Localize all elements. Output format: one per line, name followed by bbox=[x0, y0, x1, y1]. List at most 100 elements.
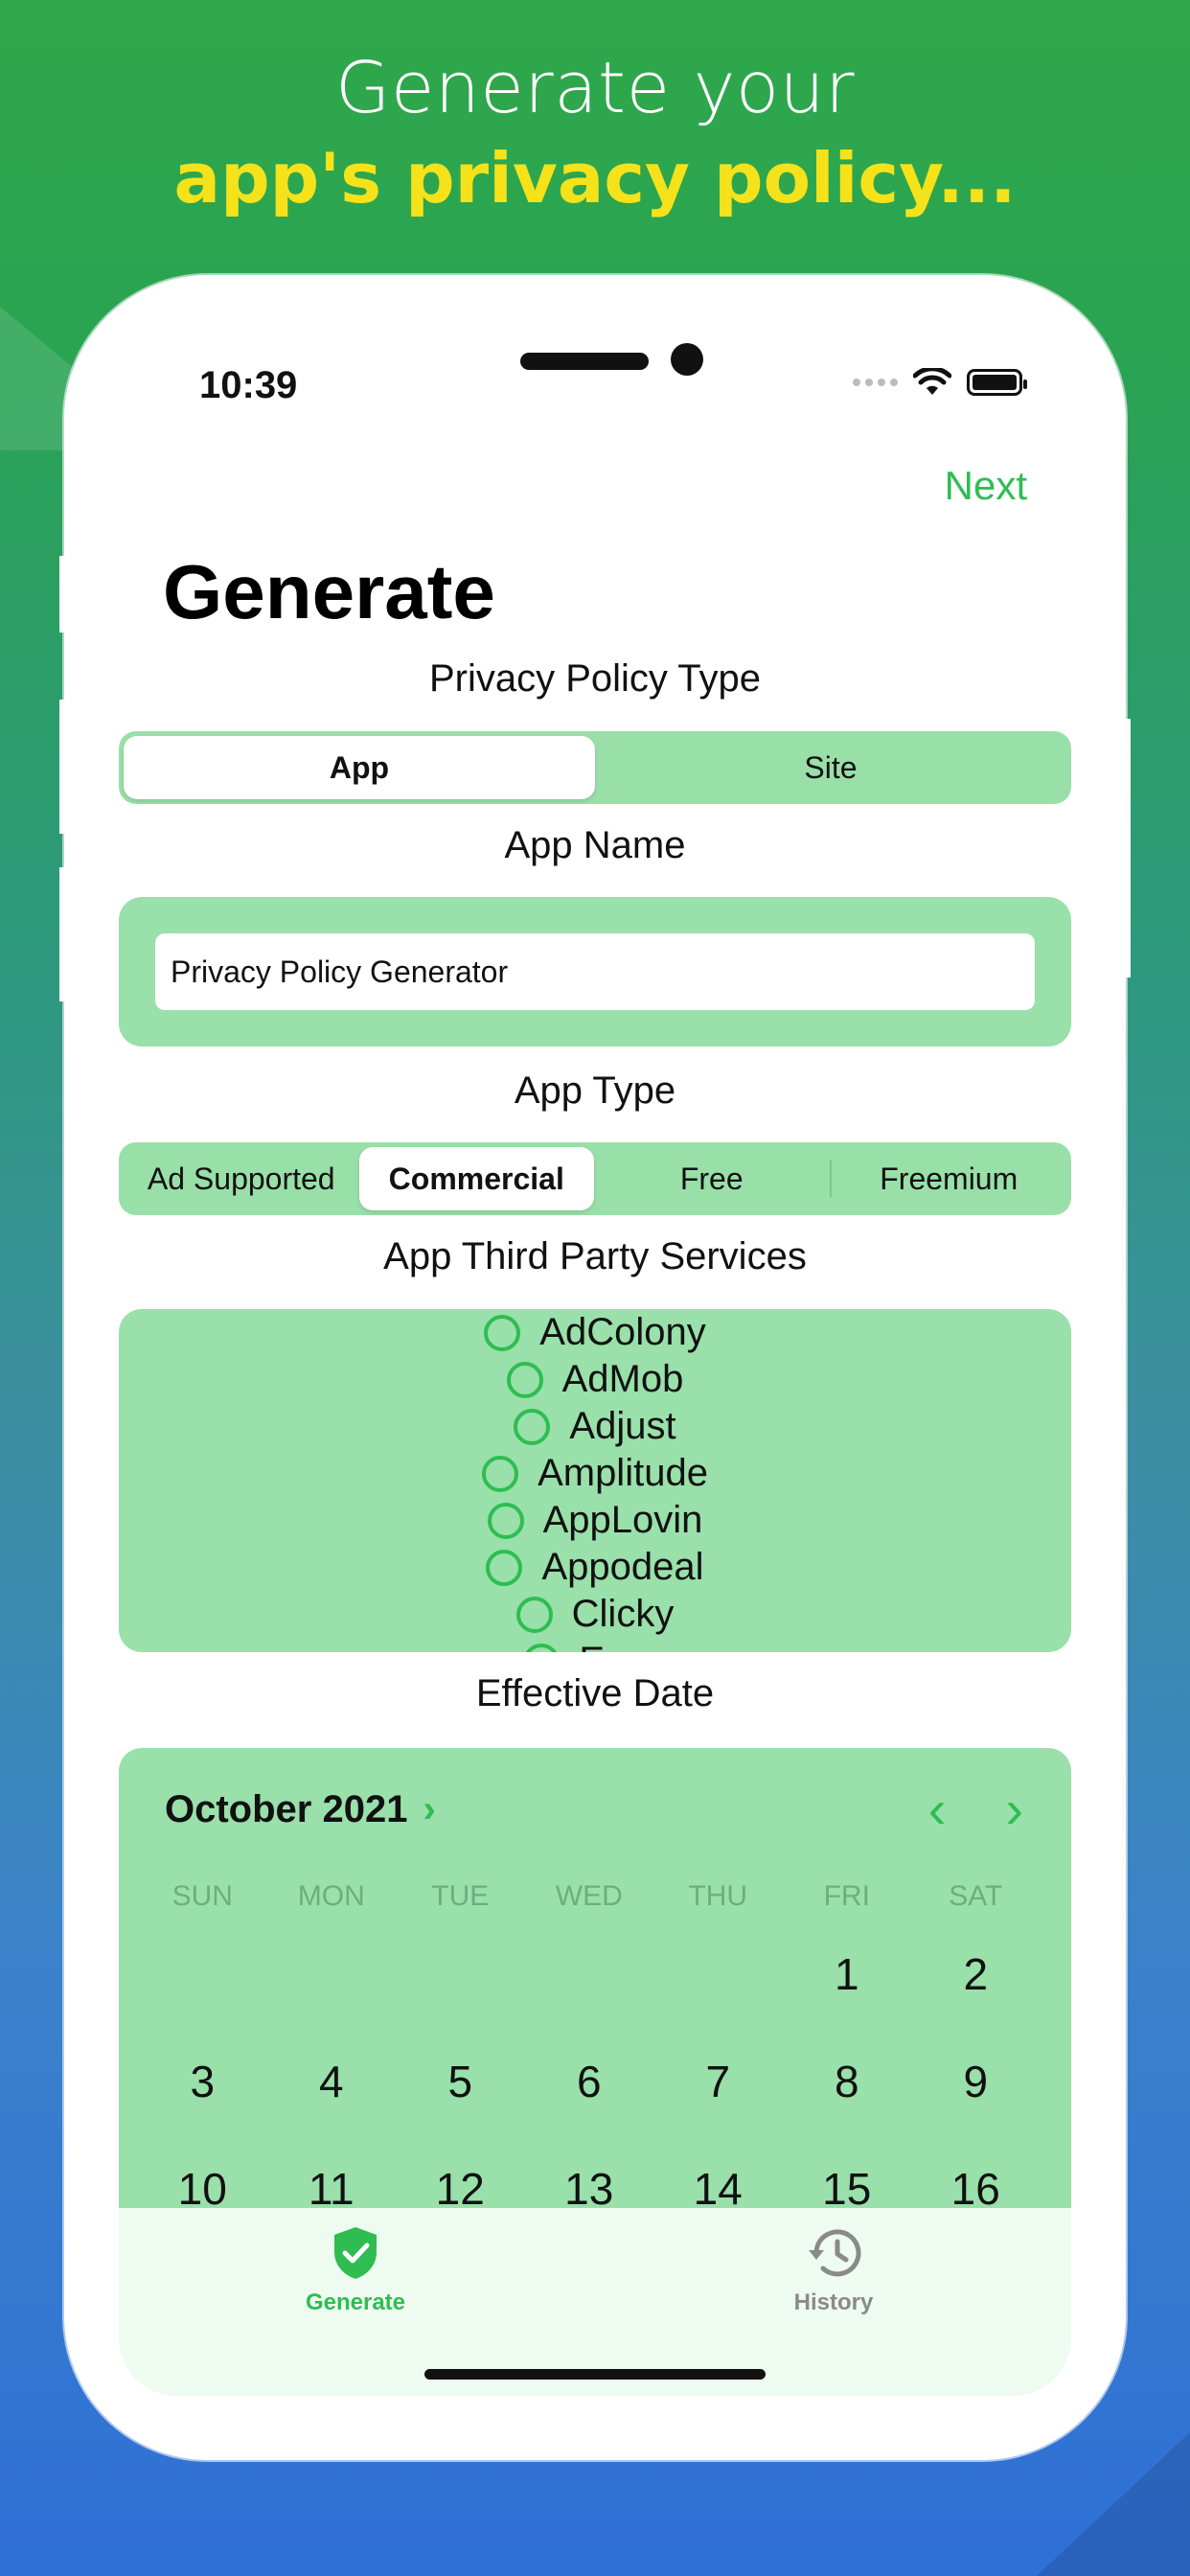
service-label: AppLovin bbox=[542, 1499, 703, 1541]
calendar-day[interactable]: 12 bbox=[396, 2135, 525, 2208]
radio-circle-icon bbox=[514, 1408, 551, 1445]
effective-date-label: Effective Date bbox=[475, 1672, 715, 1714]
calendar-day[interactable]: 13 bbox=[525, 2135, 654, 2208]
service-item[interactable]: Adjust bbox=[119, 1403, 1071, 1450]
service-label: AdColony bbox=[539, 1311, 706, 1353]
service-item[interactable]: Clicky bbox=[119, 1591, 1071, 1638]
calendar-day[interactable]: 9 bbox=[911, 2028, 1041, 2135]
app-name-input[interactable] bbox=[155, 933, 1035, 1010]
wifi-icon bbox=[913, 368, 951, 395]
headline-line2: app's privacy policy... bbox=[173, 138, 1017, 219]
policy-type-label: Privacy Policy Type bbox=[428, 657, 762, 700]
calendar-day[interactable]: 3 bbox=[138, 2028, 267, 2135]
calendar-day[interactable]: 8 bbox=[783, 2028, 912, 2135]
weekday-header-row: SUN MON TUE WED THU FRI SAT bbox=[138, 1873, 1052, 1920]
next-button[interactable]: Next bbox=[945, 463, 1027, 509]
chevron-right-icon: › bbox=[423, 1788, 436, 1830]
calendar-day[interactable]: 2 bbox=[911, 1920, 1041, 2028]
service-label: Expo bbox=[579, 1640, 666, 1652]
previous-month-icon[interactable]: ‹ bbox=[928, 1782, 947, 1836]
calendar-week-row: 1 2 bbox=[138, 1920, 1052, 2028]
weekday-label: SUN bbox=[172, 1880, 233, 1912]
calendar-week-row: 3 4 5 6 7 8 9 bbox=[138, 2028, 1052, 2135]
weekday-label: FRI bbox=[823, 1880, 870, 1912]
status-time: 10:39 bbox=[199, 364, 298, 406]
calendar-day[interactable]: 4 bbox=[267, 2028, 397, 2135]
battery-icon bbox=[967, 369, 1027, 396]
month-navigation: ‹ › bbox=[928, 1782, 1023, 1836]
calendar-day bbox=[138, 1920, 267, 2028]
weekday-label: SAT bbox=[949, 1880, 1003, 1912]
tab-bar: Generate History bbox=[119, 2208, 1071, 2396]
radio-circle-icon bbox=[487, 1502, 524, 1539]
app-name-label: App Name bbox=[504, 824, 686, 866]
tab-history[interactable]: History bbox=[738, 2225, 929, 2316]
app-type-label: App Type bbox=[514, 1070, 676, 1112]
calendar-day bbox=[396, 1920, 525, 2028]
next-month-icon[interactable]: › bbox=[1005, 1782, 1023, 1836]
service-label: Clicky bbox=[571, 1593, 675, 1635]
calendar-day[interactable]: 1 bbox=[783, 1920, 912, 2028]
calendar-day[interactable]: 15 bbox=[783, 2135, 912, 2208]
segment-ad-supported[interactable]: Ad Supported bbox=[124, 1147, 359, 1210]
service-label: Adjust bbox=[569, 1405, 676, 1447]
tab-generate[interactable]: Generate bbox=[260, 2225, 451, 2316]
headline-line1: Generate your bbox=[334, 47, 856, 129]
segment-site[interactable]: Site bbox=[595, 736, 1066, 799]
service-item[interactable]: AdColony bbox=[119, 1309, 1071, 1356]
service-label: Amplitude bbox=[538, 1452, 708, 1494]
status-icons bbox=[853, 368, 1027, 397]
service-label: Appodeal bbox=[541, 1546, 704, 1588]
front-camera bbox=[671, 343, 703, 376]
service-item[interactable]: AdMob bbox=[119, 1356, 1071, 1403]
segment-free[interactable]: Free bbox=[594, 1147, 830, 1210]
service-label: AdMob bbox=[561, 1358, 684, 1400]
segment-freemium[interactable]: Freemium bbox=[832, 1147, 1067, 1210]
page-title: Generate bbox=[163, 549, 495, 634]
third-party-services-list[interactable]: AdColony AdMob Adjust Amplitude AppLovin… bbox=[119, 1309, 1071, 1652]
service-item[interactable]: Amplitude bbox=[119, 1450, 1071, 1497]
segment-commercial[interactable]: Commercial bbox=[358, 1147, 594, 1210]
policy-type-segmented-control: App Site bbox=[119, 731, 1071, 804]
speaker-notch bbox=[520, 353, 649, 370]
service-item[interactable]: Expo bbox=[119, 1638, 1071, 1652]
tab-generate-label: Generate bbox=[305, 2289, 406, 2315]
weekday-label: MON bbox=[297, 1880, 365, 1912]
tab-history-label: History bbox=[793, 2289, 874, 2315]
calendar-week-row: 10 11 12 13 14 15 16 bbox=[138, 2135, 1052, 2208]
weekday-label: WED bbox=[555, 1880, 623, 1912]
radio-circle-icon bbox=[484, 1314, 521, 1351]
radio-circle-icon bbox=[515, 1596, 553, 1633]
shield-check-icon bbox=[334, 2227, 377, 2279]
radio-circle-icon bbox=[523, 1643, 561, 1652]
calendar-day bbox=[267, 1920, 397, 2028]
app-name-card bbox=[119, 897, 1071, 1046]
promo-headline: Generate your app's privacy policy... bbox=[0, 42, 1190, 224]
calendar-day[interactable]: 10 bbox=[138, 2135, 267, 2208]
radio-circle-icon bbox=[486, 1549, 523, 1586]
history-clock-icon bbox=[809, 2229, 861, 2277]
calendar-day[interactable]: 5 bbox=[396, 2028, 525, 2135]
calendar-day[interactable]: 14 bbox=[653, 2135, 783, 2208]
segment-app[interactable]: App bbox=[124, 736, 595, 799]
month-selector[interactable]: October 2021 › bbox=[165, 1788, 436, 1831]
calendar-day bbox=[525, 1920, 654, 2028]
calendar-grid: SUN MON TUE WED THU FRI SAT 1 2 3 4 5 6 … bbox=[138, 1873, 1052, 2208]
service-item[interactable]: AppLovin bbox=[119, 1497, 1071, 1544]
calendar-day[interactable]: 7 bbox=[653, 2028, 783, 2135]
weekday-label: THU bbox=[688, 1880, 748, 1912]
weekday-label: TUE bbox=[431, 1880, 490, 1912]
background-shape bbox=[1037, 2432, 1190, 2576]
home-indicator bbox=[424, 2369, 766, 2380]
calendar-day bbox=[653, 1920, 783, 2028]
calendar-day[interactable]: 16 bbox=[911, 2135, 1041, 2208]
signal-icon bbox=[853, 379, 898, 386]
service-item[interactable]: Appodeal bbox=[119, 1544, 1071, 1591]
third-party-label: App Third Party Services bbox=[383, 1235, 807, 1277]
radio-circle-icon bbox=[482, 1455, 519, 1492]
month-year-label: October 2021 bbox=[165, 1788, 408, 1830]
radio-circle-icon bbox=[506, 1361, 543, 1398]
calendar-day[interactable]: 11 bbox=[267, 2135, 397, 2208]
calendar-day[interactable]: 6 bbox=[525, 2028, 654, 2135]
date-picker: October 2021 › ‹ › SUN MON TUE WED THU F… bbox=[119, 1748, 1071, 2208]
